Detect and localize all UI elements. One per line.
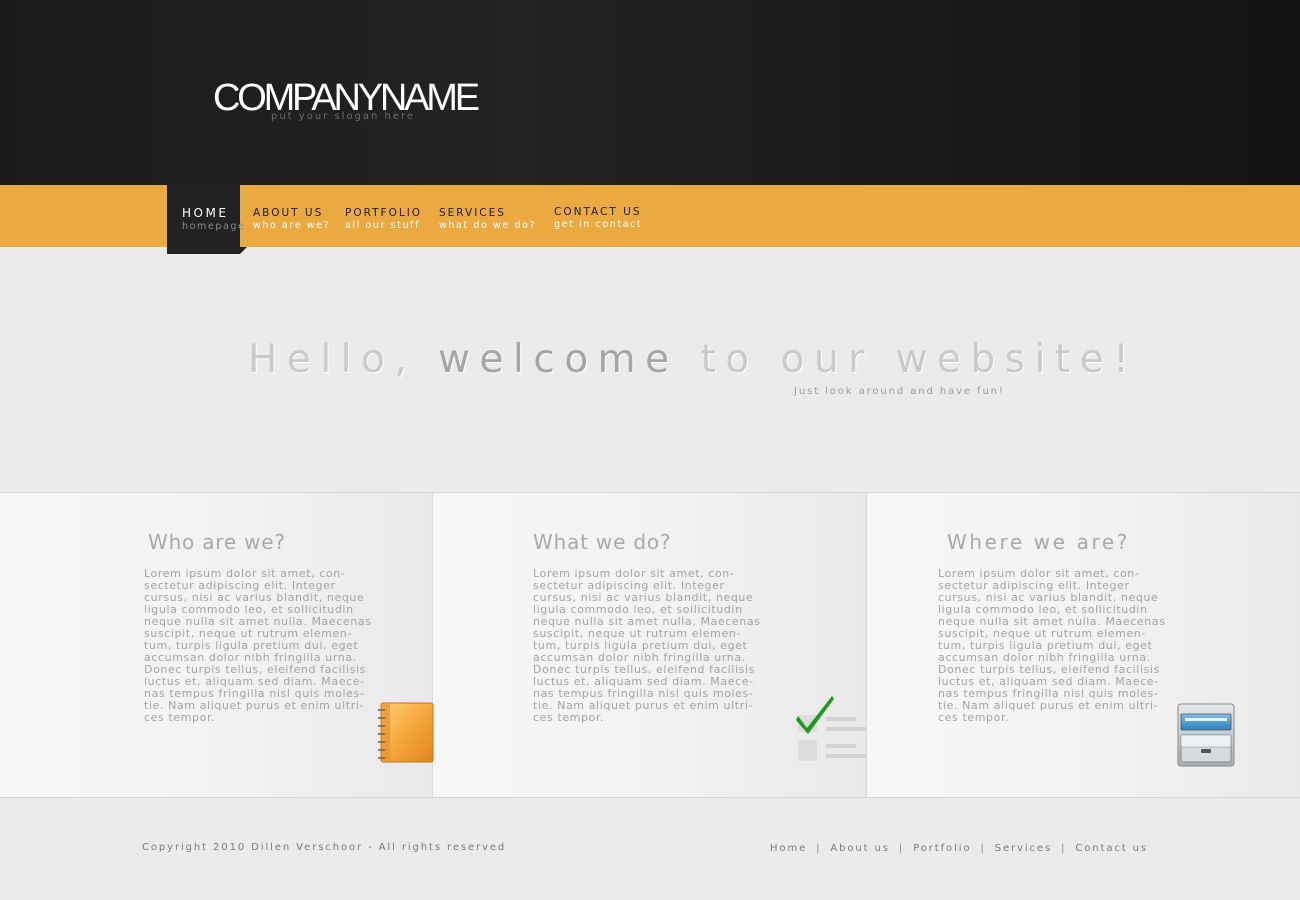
footer-link-contact-us[interactable]: Contact us [1075,843,1148,854]
nav-item-sublabel: who are we? [253,220,331,231]
nav-item-label: CONTACT US [554,206,642,218]
hero-title-part2: to our website! [678,337,1139,382]
nav-item-sublabel: all our stuff [345,220,421,231]
feature-text: Lorem ipsum dolor sit amet, con-sectetur… [144,567,372,724]
footer-separator: | [816,843,822,854]
nav-item-portfolio[interactable]: PORTFOLIO all our stuff [345,207,422,232]
feature-title: Who are we? [148,530,286,554]
footer-link-about-us[interactable]: About us [830,843,890,854]
footer-link-services[interactable]: Services [995,843,1052,854]
checklist-icon [796,694,868,768]
hero-title: Hello, welcome to our website! [248,335,1138,385]
footer-link-portfolio[interactable]: Portfolio [913,843,971,854]
nav-item-services[interactable]: SERVICES what do we do? [439,207,536,232]
hero-subtitle: Just look around and have fun! [794,386,1005,397]
feature-title: What we do? [533,530,672,554]
nav-item-contact-us[interactable]: CONTACT US get in contact [554,206,642,231]
nav-item-home[interactable]: HOME homepage [182,206,245,233]
footer-separator: | [980,843,986,854]
nav-item-about-us[interactable]: ABOUT US who are we? [253,207,330,232]
nav-item-label: PORTFOLIO [345,207,423,219]
feature-text: Lorem ipsum dolor sit amet, con-sectetur… [938,567,1166,724]
copyright-text: Copyright 2010 Dillen Verschoor - All ri… [142,842,507,853]
nav-item-sublabel: homepage [182,221,246,232]
file-cabinet-icon [1175,702,1237,772]
feature-title: Where we are? [947,530,1130,554]
nav-item-sublabel: get in contact [554,219,643,230]
footer-nav: Home | About us | Portfolio | Services | Contact… [770,843,1148,854]
footer-link-home[interactable]: Home [770,843,807,854]
hero-title-part1: Hello, [248,337,439,382]
footer-separator: | [898,843,905,854]
site-header [0,0,1300,185]
nav-item-label: ABOUT US [253,207,324,219]
hero-title-emphasis: welcome [438,337,679,382]
feature-text: Lorem ipsum dolor sit amet, con-sectetur… [533,567,761,724]
nav-item-label: SERVICES [439,207,506,219]
footer-separator: | [1061,843,1067,854]
notebook-icon [376,702,436,770]
nav-active-fold [240,247,247,254]
nav-item-label: HOME [182,206,229,220]
slogan: put your slogan here [271,111,416,122]
nav-item-sublabel: what do we do? [439,220,537,231]
